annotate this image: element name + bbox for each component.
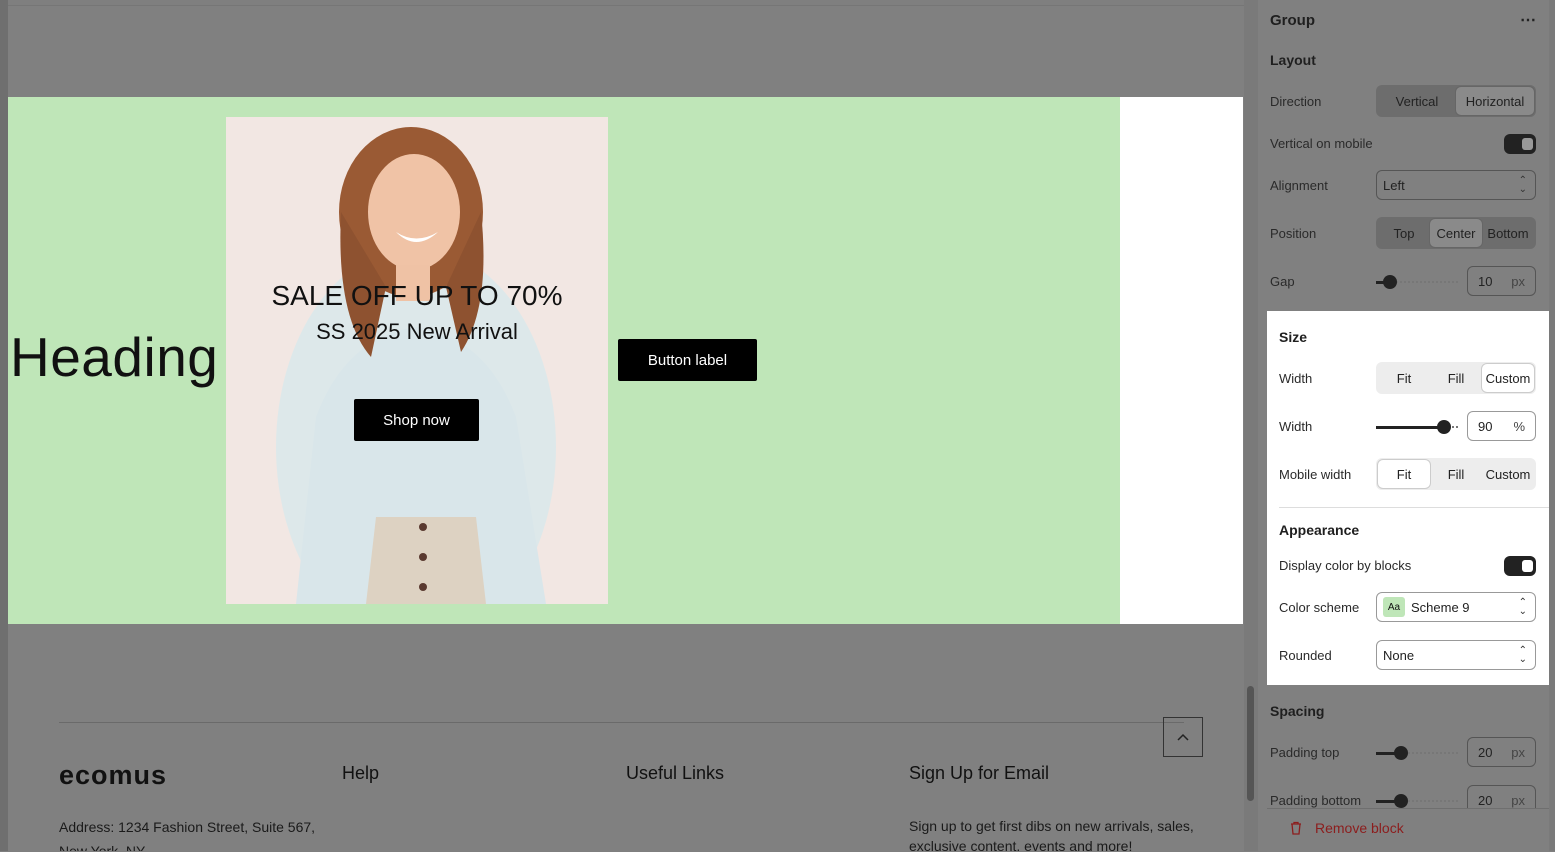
back-to-top-button[interactable] [1163,717,1203,757]
width-segmented: Fit Fill Custom [1376,362,1536,394]
group-section[interactable]: Heading SALE OFF UP TO 70% SS 2025 New A… [8,97,1243,624]
rounded-label: Rounded [1279,648,1332,663]
footer-heading-signup: Sign Up for Email [909,763,1050,783]
footer-signup-text: Sign up to get first dibs on new arrival… [909,818,1194,851]
direction-label: Direction [1270,94,1322,109]
size-heading: Size [1279,329,1308,345]
select-chevrons-icon: ⌃ ⌄ [1518,645,1527,665]
width-option-fit[interactable]: Fit [1378,364,1430,392]
width-slider-thumb[interactable] [1437,420,1451,434]
gap-slider-thumb[interactable] [1383,275,1397,289]
panel-scrollbar[interactable] [1549,0,1555,851]
padding-top-unit: px [1511,745,1525,760]
width-percent-input[interactable]: 90 % [1467,411,1536,441]
settings-panel: Group ⋯ Layout Direction Vertical Horizo… [1258,0,1555,852]
gap-input[interactable]: 10 px [1467,266,1536,296]
position-segmented: Top Center Bottom [1376,217,1536,249]
padding-top-thumb[interactable] [1394,746,1408,760]
mobile-width-label: Mobile width [1279,467,1352,482]
canvas-scrollbar[interactable] [1244,0,1258,851]
position-option-center[interactable]: Center [1430,219,1482,247]
panel-title: Group [1270,12,1315,29]
rounded-select[interactable]: None ⌃ ⌄ [1376,640,1536,670]
button-label-button[interactable]: Button label [618,339,757,381]
footer-address: Address: 1234 Fashion Street, Suite 567,… [59,819,316,851]
section-divider [1279,507,1549,508]
padding-top-input[interactable]: 20 px [1467,737,1536,767]
vertical-mobile-toggle[interactable] [1504,134,1536,154]
select-chevrons-icon: ⌃ ⌄ [1518,175,1527,195]
hero-title[interactable]: SALE OFF UP TO 70% [226,280,608,312]
footer-heading-useful-links: Useful Links [626,763,725,783]
color-scheme-label: Color scheme [1279,600,1360,615]
padding-bottom-unit: px [1511,793,1525,808]
gap-label: Gap [1270,274,1295,289]
hero-image-banner[interactable]: SALE OFF UP TO 70% SS 2025 New Arrival S… [226,117,608,604]
spacing-heading: Spacing [1270,703,1325,719]
gap-unit: px [1511,274,1525,289]
width-percent-label: Width [1279,419,1313,434]
padding-top-slider[interactable] [1376,746,1458,760]
remove-block-button[interactable]: Remove block [1289,820,1404,836]
mobile-width-option-custom[interactable]: Custom [1482,460,1534,488]
padding-top-label: Padding top [1270,745,1340,760]
hero-subtitle[interactable]: SS 2025 New Arrival [226,319,608,345]
select-chevrons-icon: ⌃ ⌄ [1518,597,1527,617]
width-option-custom[interactable]: Custom [1482,364,1534,392]
size-appearance-section: Size Width Fit Fill Custom Width 90 % Mo… [1267,311,1549,685]
direction-option-vertical[interactable]: Vertical [1378,87,1456,115]
gap-slider[interactable] [1376,275,1458,289]
width-slider[interactable] [1376,420,1458,434]
gap-value: 10 [1478,274,1493,289]
color-swatch-icon: Aa [1383,597,1405,617]
preview-canvas: Heading SALE OFF UP TO 70% SS 2025 New A… [0,0,1258,851]
mobile-width-segmented: Fit Fill Custom [1376,458,1536,490]
padding-bottom-slider[interactable] [1376,794,1458,808]
padding-bottom-thumb[interactable] [1394,794,1408,808]
group-block[interactable]: Heading SALE OFF UP TO 70% SS 2025 New A… [8,97,1120,624]
layout-heading: Layout [1270,52,1316,68]
position-option-bottom[interactable]: Bottom [1482,219,1534,247]
model-photo [226,117,608,604]
padding-top-value: 20 [1478,745,1493,760]
mobile-width-option-fill[interactable]: Fill [1430,460,1482,488]
footer-divider [59,722,1184,723]
remove-block-label: Remove block [1315,820,1404,836]
color-scheme-value: Scheme 9 [1411,599,1470,615]
canvas-scroll-thumb[interactable] [1247,686,1254,801]
alignment-value: Left [1383,177,1405,193]
footer-logo[interactable]: ecomus [59,760,167,791]
rounded-value: None [1383,647,1415,663]
mobile-width-option-fit[interactable]: Fit [1378,460,1430,488]
width-percent-value: 90 [1478,419,1493,434]
direction-segmented: Vertical Horizontal [1376,85,1536,117]
chevron-up-icon [1177,733,1189,741]
padding-bottom-value: 20 [1478,793,1493,808]
appearance-heading: Appearance [1279,522,1360,538]
trash-icon [1291,821,1301,835]
width-percent-unit: % [1513,419,1525,434]
more-options-icon[interactable]: ⋯ [1520,10,1537,30]
footer-heading-help: Help [342,763,380,783]
display-color-label: Display color by blocks [1279,558,1412,573]
direction-option-horizontal[interactable]: Horizontal [1456,87,1534,115]
padding-bottom-label: Padding bottom [1270,793,1362,808]
display-color-toggle[interactable] [1504,556,1536,576]
alignment-label: Alignment [1270,178,1328,193]
footer: ecomus Help Useful Links Sign Up for Ema… [8,624,1244,851]
width-option-fill[interactable]: Fill [1430,364,1482,392]
color-scheme-select[interactable]: Aa Scheme 9 ⌃ ⌄ [1376,592,1536,622]
vertical-mobile-label: Vertical on mobile [1270,136,1373,151]
position-option-top[interactable]: Top [1378,219,1430,247]
width-label: Width [1279,371,1313,386]
heading-text[interactable]: Heading [10,325,218,389]
canvas-edge [0,0,8,851]
position-label: Position [1270,226,1317,241]
shop-now-button[interactable]: Shop now [354,399,479,441]
alignment-select[interactable]: Left ⌃ ⌄ [1376,170,1536,200]
